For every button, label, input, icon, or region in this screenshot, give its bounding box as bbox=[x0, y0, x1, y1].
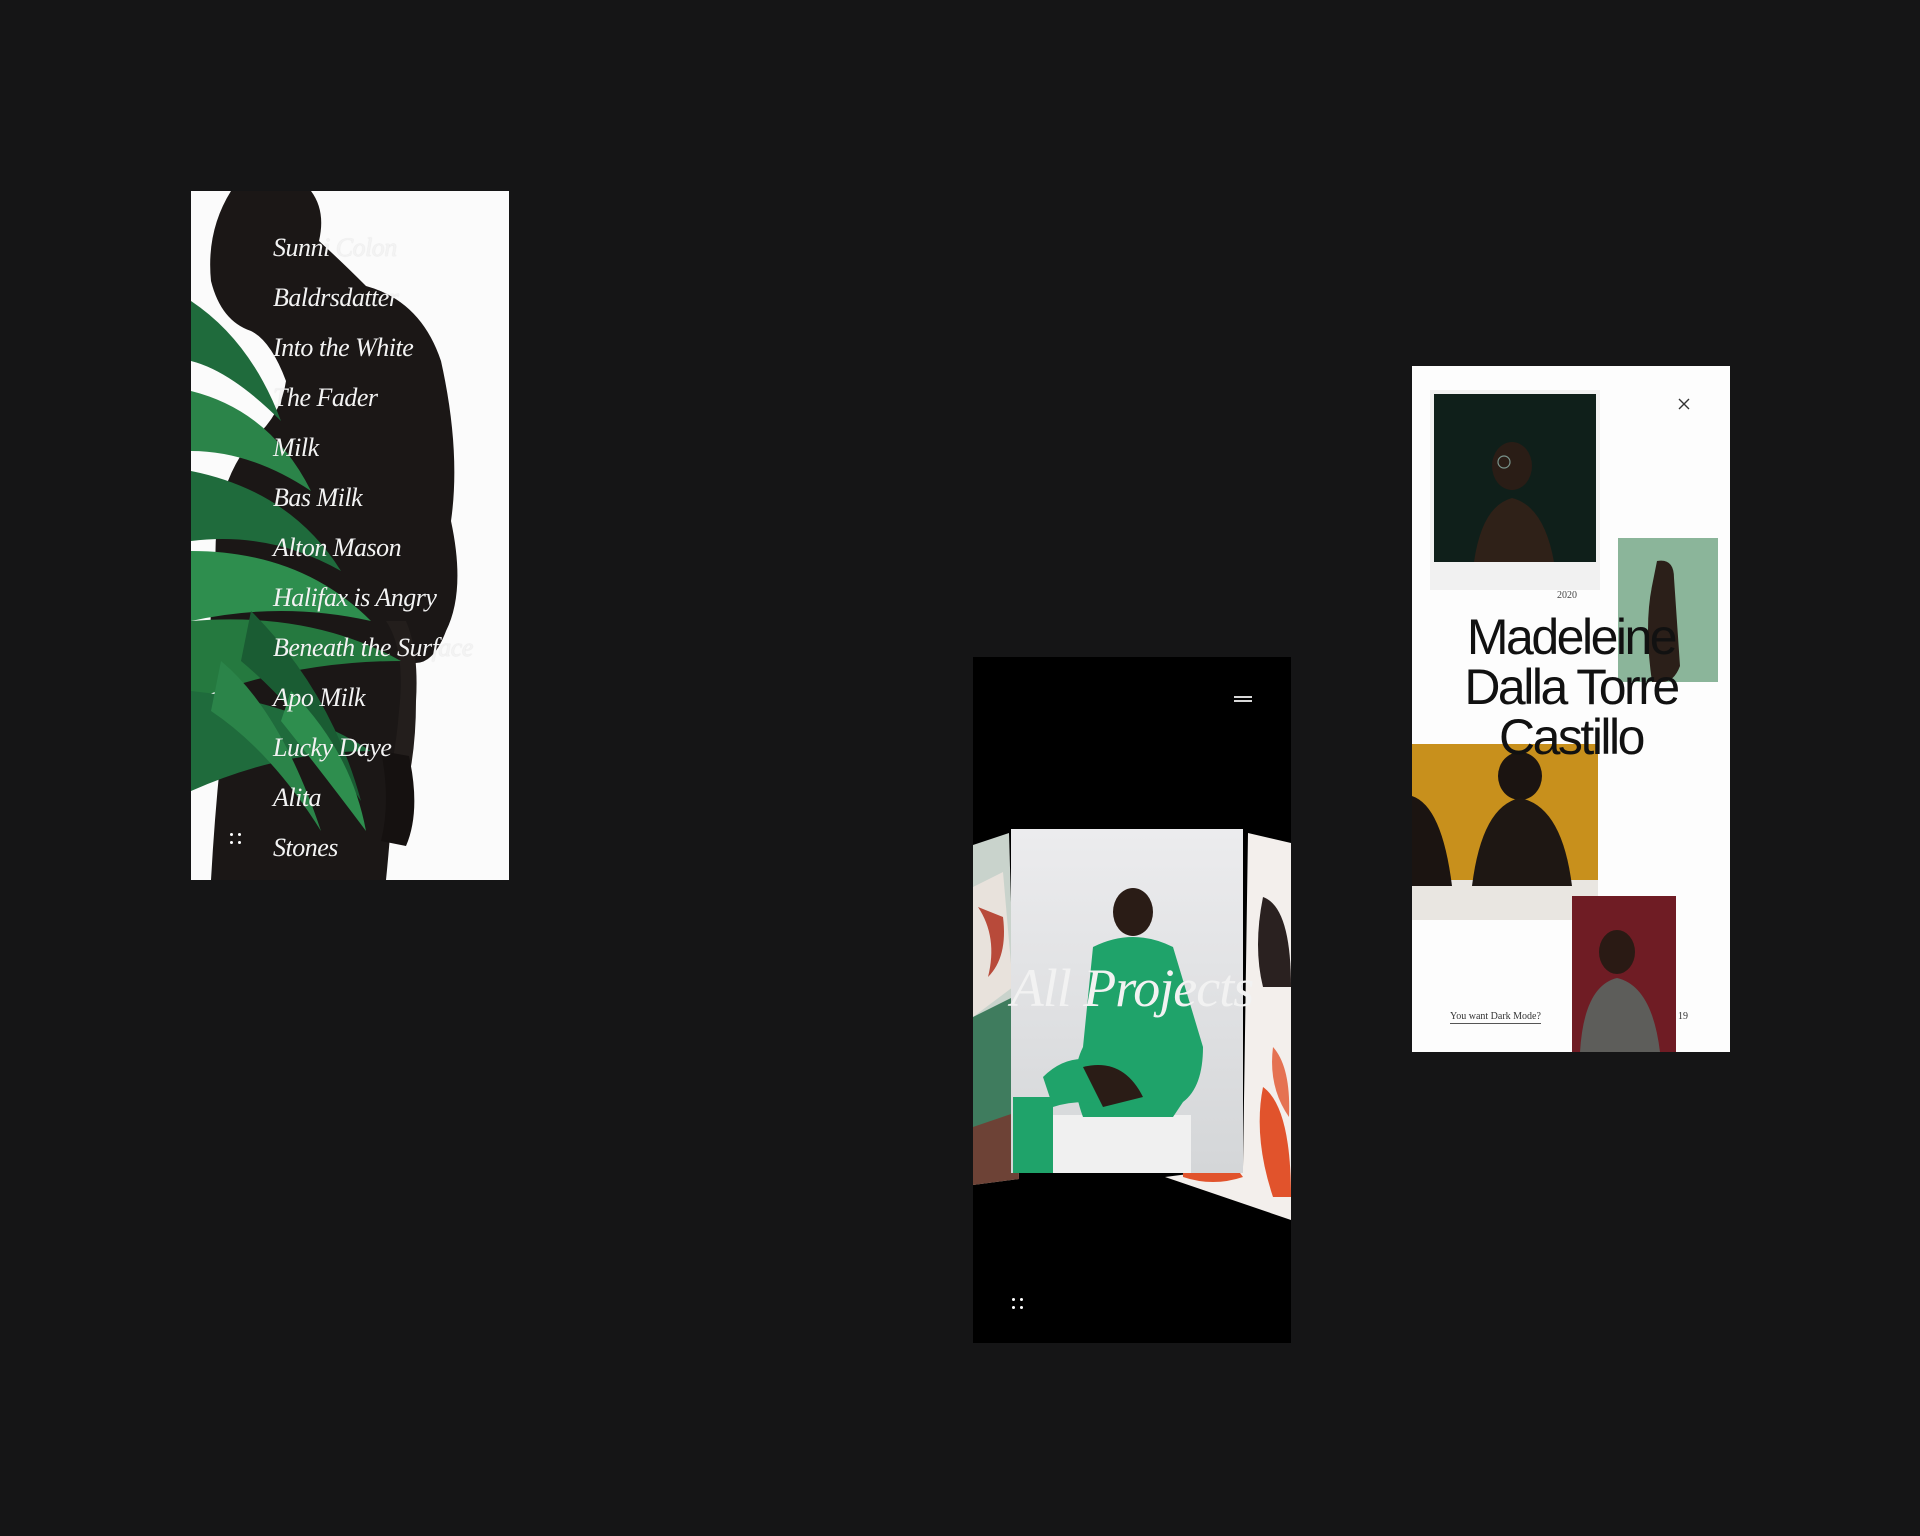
project-title-line: Madeleine bbox=[1466, 609, 1678, 665]
project-link[interactable]: Beneath the Surface bbox=[273, 623, 473, 673]
project-link[interactable]: Baldrsdatter bbox=[273, 273, 473, 323]
project-link[interactable]: Bas Milk bbox=[273, 473, 473, 523]
all-projects-screen: All Projects bbox=[973, 657, 1291, 1343]
red-portrait-photo bbox=[1572, 896, 1676, 1052]
project-count: 19 bbox=[1678, 1011, 1688, 1022]
project-title-line: Castillo bbox=[1499, 709, 1645, 765]
project-link[interactable]: Lucky Daye bbox=[273, 723, 473, 773]
project-link[interactable]: Alton Mason bbox=[273, 523, 473, 573]
project-link[interactable]: Alita bbox=[273, 773, 473, 823]
polaroid-photo bbox=[1430, 390, 1600, 590]
project-detail-screen: 2020 Madeleine Dalla Torre Castillo You … bbox=[1412, 366, 1730, 1052]
page-title: All Projects bbox=[1010, 958, 1254, 1018]
grid-dots-icon[interactable] bbox=[229, 832, 243, 846]
project-link[interactable]: Milk bbox=[273, 423, 473, 473]
close-icon[interactable] bbox=[1676, 396, 1692, 412]
project-link[interactable]: Apo Milk bbox=[273, 673, 473, 723]
hamburger-icon[interactable] bbox=[1234, 693, 1252, 703]
project-year: 2020 bbox=[1557, 590, 1577, 601]
project-link[interactable]: Sunni Colon bbox=[273, 223, 473, 273]
project-title: Madeleine Dalla Torre Castillo bbox=[1412, 612, 1730, 762]
project-list: Sunni Colon Baldrsdatter Into the White … bbox=[273, 223, 473, 873]
mustard-duo-photo bbox=[1412, 744, 1598, 920]
grid-dots-icon[interactable] bbox=[1011, 1297, 1025, 1311]
project-link[interactable]: The Fader bbox=[273, 373, 473, 423]
project-link[interactable]: Into the White bbox=[273, 323, 473, 373]
project-list-screen: Sunni Colon Baldrsdatter Into the White … bbox=[191, 191, 509, 880]
project-link[interactable]: Stones bbox=[273, 823, 473, 873]
project-title-line: Dalla Torre bbox=[1464, 659, 1680, 715]
dark-mode-link[interactable]: You want Dark Mode? bbox=[1450, 1011, 1541, 1024]
project-link[interactable]: Halifax is Angry bbox=[273, 573, 473, 623]
